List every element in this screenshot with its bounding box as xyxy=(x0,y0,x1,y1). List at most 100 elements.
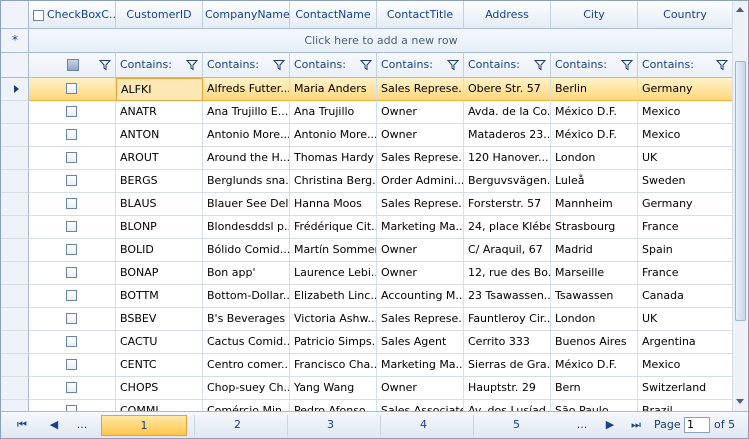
cell-address[interactable]: 24, place Kléber xyxy=(464,216,551,239)
cell-companyname[interactable]: Bólido Comid... xyxy=(203,239,290,262)
row-indicator-cell[interactable] xyxy=(1,101,29,124)
cell-address[interactable]: Obere Str. 57 xyxy=(464,78,551,101)
cell-companyname[interactable]: B's Beverages xyxy=(203,308,290,331)
row-checkbox[interactable] xyxy=(66,290,77,301)
cell-address[interactable]: Hauptstr. 29 xyxy=(464,377,551,400)
cell-customerid[interactable]: BOTTM xyxy=(116,285,203,308)
cell-address[interactable]: Berguvsvägen... xyxy=(464,170,551,193)
cell-checkbox[interactable] xyxy=(29,101,116,124)
header-checkbox-icon[interactable] xyxy=(33,9,44,21)
row-checkbox[interactable] xyxy=(66,106,77,117)
row-indicator-cell[interactable] xyxy=(1,354,29,377)
cell-checkbox[interactable] xyxy=(29,377,116,400)
cell-contacttitle[interactable]: Owner xyxy=(377,124,464,147)
cell-companyname[interactable]: Cactus Comid... xyxy=(203,331,290,354)
cell-contacttitle[interactable]: Sales Represe... xyxy=(377,78,464,101)
cell-city[interactable]: Madrid xyxy=(551,239,638,262)
filter-cell-contactname[interactable]: Contains: xyxy=(290,53,377,78)
column-header-contacttitle[interactable]: ContactTitle xyxy=(377,1,464,29)
cell-country[interactable]: Germany xyxy=(638,193,733,216)
cell-contactname[interactable]: Hanna Moos xyxy=(290,193,377,216)
cell-address[interactable]: 120 Hanover... xyxy=(464,147,551,170)
column-header-contactname[interactable]: ContactName xyxy=(290,1,377,29)
filter-funnel-icon[interactable] xyxy=(447,59,459,71)
cell-city[interactable]: Strasbourg xyxy=(551,216,638,239)
table-row[interactable]: BOLID Bólido Comid... Martín Sommer Owner C/… xyxy=(1,239,733,262)
filter-funnel-icon[interactable] xyxy=(621,59,633,71)
page-number-input[interactable]: 1 xyxy=(684,417,710,433)
cell-customerid[interactable]: BOLID xyxy=(116,239,203,262)
cell-customerid[interactable]: BLONP xyxy=(116,216,203,239)
cell-city[interactable]: London xyxy=(551,147,638,170)
cell-contactname[interactable]: Yang Wang xyxy=(290,377,377,400)
table-row[interactable]: BOTTM Bottom-Dollar... Elizabeth Linc... Ac… xyxy=(1,285,733,308)
table-row[interactable]: AROUT Around the H... Thomas Hardy Sales Re… xyxy=(1,147,733,170)
add-new-row-text[interactable]: Click here to add a new row xyxy=(29,29,733,53)
cell-city[interactable]: Bern xyxy=(551,377,638,400)
cell-companyname[interactable]: Bottom-Dollar... xyxy=(203,285,290,308)
cell-checkbox[interactable] xyxy=(29,285,116,308)
cell-city[interactable]: Buenos Aires xyxy=(551,331,638,354)
filter-funnel-icon[interactable] xyxy=(186,59,198,71)
cell-contacttitle[interactable]: Owner xyxy=(377,101,464,124)
cell-companyname[interactable]: Chop-suey Ch... xyxy=(203,377,290,400)
cell-companyname[interactable]: Berglunds sna... xyxy=(203,170,290,193)
scroll-down-icon[interactable] xyxy=(736,399,744,404)
cell-checkbox[interactable] xyxy=(29,124,116,147)
cell-country[interactable]: UK xyxy=(638,147,733,170)
cell-address[interactable]: Sierras de Gra... xyxy=(464,354,551,377)
row-indicator-cell[interactable] xyxy=(1,239,29,262)
cell-city[interactable]: Luleå xyxy=(551,170,638,193)
column-header-checkbox[interactable]: CheckBoxC... xyxy=(29,1,116,29)
column-header-customerid[interactable]: CustomerID xyxy=(116,1,203,29)
scroll-up-icon[interactable] xyxy=(736,7,744,12)
cell-contactname[interactable]: Maria Anders xyxy=(290,78,377,101)
row-checkbox[interactable] xyxy=(66,83,77,94)
cell-checkbox[interactable] xyxy=(29,331,116,354)
row-indicator-cell[interactable] xyxy=(1,285,29,308)
cell-checkbox[interactable] xyxy=(29,308,116,331)
row-indicator-cell[interactable] xyxy=(1,377,29,400)
row-checkbox[interactable] xyxy=(66,175,77,186)
cell-country[interactable]: UK xyxy=(638,308,733,331)
page-button-4[interactable]: 4 xyxy=(380,415,466,436)
cell-customerid[interactable]: CHOPS xyxy=(116,377,203,400)
cell-customerid[interactable]: CACTU xyxy=(116,331,203,354)
cell-address[interactable]: Fauntleroy Cir... xyxy=(464,308,551,331)
cell-contacttitle[interactable]: Sales Represe... xyxy=(377,147,464,170)
table-row[interactable]: ALFKI Alfreds Futter... Maria Anders Sales … xyxy=(1,78,733,101)
cell-contactname[interactable]: Christina Berg... xyxy=(290,170,377,193)
cell-address[interactable]: C/ Araquil, 67 xyxy=(464,239,551,262)
cell-contactname[interactable]: Martín Sommer xyxy=(290,239,377,262)
row-checkbox[interactable] xyxy=(66,198,77,209)
cell-contactname[interactable]: Francisco Cha... xyxy=(290,354,377,377)
cell-country[interactable]: France xyxy=(638,262,733,285)
cell-checkbox[interactable] xyxy=(29,193,116,216)
cell-companyname[interactable]: Antonio More... xyxy=(203,124,290,147)
cell-contactname[interactable]: Thomas Hardy xyxy=(290,147,377,170)
filter-cell-contacttitle[interactable]: Contains: xyxy=(377,53,464,78)
cell-contacttitle[interactable]: Owner xyxy=(377,262,464,285)
cell-contacttitle[interactable]: Marketing Ma... xyxy=(377,216,464,239)
row-checkbox[interactable] xyxy=(66,336,77,347)
cell-contactname[interactable]: Ana Trujillo xyxy=(290,101,377,124)
cell-companyname[interactable]: Blauer See Del... xyxy=(203,193,290,216)
cell-companyname[interactable]: Alfreds Futter... xyxy=(203,78,290,101)
last-page-button[interactable]: ⏭ xyxy=(625,415,647,436)
next-page-button[interactable]: ▶ xyxy=(599,415,621,436)
cell-address[interactable]: 12, rue des Bo... xyxy=(464,262,551,285)
filter-funnel-icon[interactable] xyxy=(534,59,546,71)
row-checkbox[interactable] xyxy=(66,244,77,255)
row-checkbox[interactable] xyxy=(66,382,77,393)
cell-companyname[interactable]: Around the H... xyxy=(203,147,290,170)
cell-contacttitle[interactable]: Owner xyxy=(377,377,464,400)
page-button-1[interactable]: 1 xyxy=(101,415,187,436)
cell-checkbox[interactable] xyxy=(29,78,116,101)
cell-contactname[interactable]: Frédérique Cit... xyxy=(290,216,377,239)
row-checkbox[interactable] xyxy=(66,152,77,163)
table-row[interactable]: BLONP Blondesddsl p... Frédérique Cit... Ma… xyxy=(1,216,733,239)
row-indicator-cell[interactable] xyxy=(1,262,29,285)
table-row[interactable]: BONAP Bon app' Laurence Lebi... Owner 12, ru… xyxy=(1,262,733,285)
cell-city[interactable]: Tsawassen xyxy=(551,285,638,308)
row-indicator-cell[interactable] xyxy=(1,147,29,170)
